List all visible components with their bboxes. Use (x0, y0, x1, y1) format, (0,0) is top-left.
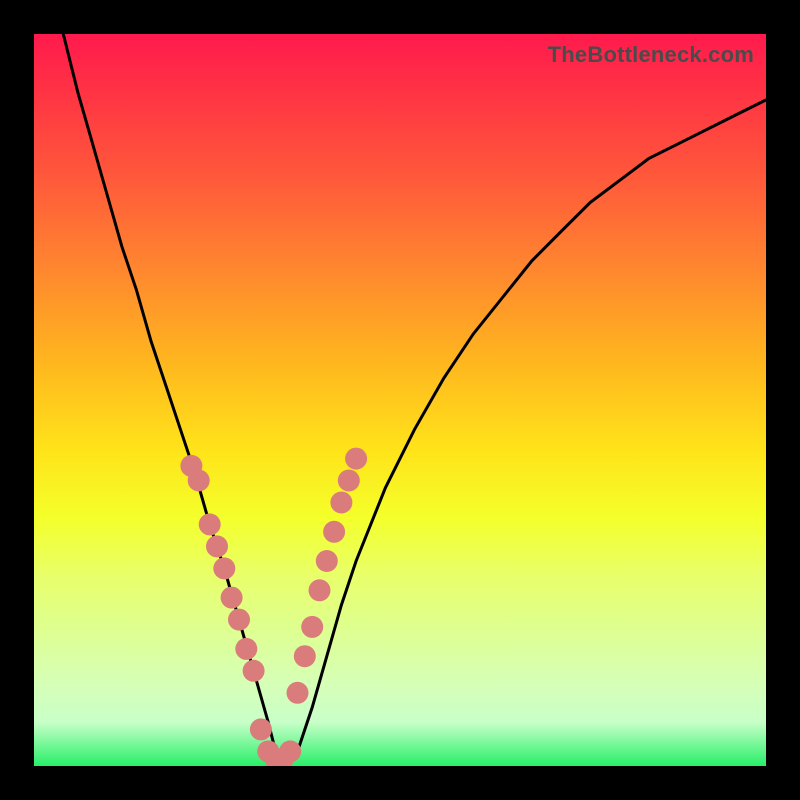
chart-root: TheBottleneck.com (0, 0, 800, 800)
data-point (199, 513, 221, 535)
data-point (265, 748, 287, 766)
data-point (250, 718, 272, 740)
bottleneck-curve (63, 34, 766, 766)
data-point (213, 557, 235, 579)
data-point (287, 682, 309, 704)
sample-points (180, 448, 367, 766)
data-point (188, 470, 210, 492)
curve-layer (34, 34, 766, 766)
data-point (338, 470, 360, 492)
data-point (323, 521, 345, 543)
plot-area: TheBottleneck.com (34, 34, 766, 766)
data-point (243, 660, 265, 682)
data-point (345, 448, 367, 470)
data-point (330, 492, 352, 514)
data-point (301, 616, 323, 638)
data-point (180, 455, 202, 477)
data-point (221, 587, 243, 609)
data-point (235, 638, 257, 660)
data-point (316, 550, 338, 572)
data-point (206, 535, 228, 557)
data-point (257, 740, 279, 762)
data-point (228, 609, 250, 631)
data-point (279, 740, 301, 762)
data-point (294, 645, 316, 667)
data-point (272, 748, 294, 766)
attribution-label: TheBottleneck.com (548, 42, 754, 68)
data-point (309, 579, 331, 601)
